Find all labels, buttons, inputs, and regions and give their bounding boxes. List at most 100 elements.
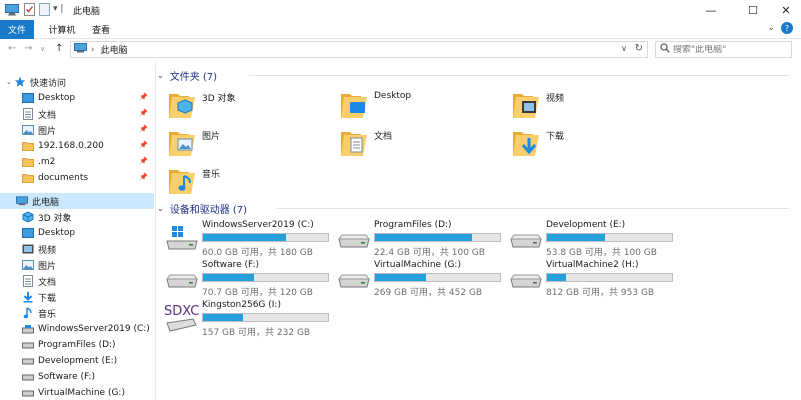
drive-icon bbox=[22, 371, 34, 383]
music-icon bbox=[22, 307, 34, 319]
breadcrumb-chevron-icon[interactable]: › bbox=[91, 45, 95, 55]
usage-bar bbox=[202, 313, 329, 322]
drive-h[interactable]: VirtualMachine2 (H:) 812 GB 可用，共 953 GB bbox=[501, 259, 673, 298]
nav-item-documents[interactable]: 文档 📌 bbox=[0, 106, 154, 122]
group-header-drives[interactable]: ⌄ 设备和驱动器 (7) bbox=[157, 200, 793, 216]
folder-videos[interactable]: 视频 bbox=[501, 86, 671, 122]
group-divider bbox=[277, 208, 789, 209]
folder-icon bbox=[22, 156, 34, 168]
nav-item-3d-objects[interactable]: 3D 对象 bbox=[0, 209, 154, 225]
usage-bar-fill bbox=[203, 274, 255, 281]
recent-locations-icon[interactable]: ∨ bbox=[40, 45, 45, 53]
picture-icon bbox=[22, 124, 34, 136]
this-pc-icon bbox=[16, 195, 28, 207]
download-icon bbox=[22, 291, 34, 303]
group-divider bbox=[249, 75, 789, 76]
nav-item-m2[interactable]: .m2 📌 bbox=[0, 154, 154, 170]
nav-this-pc[interactable]: 此电脑 bbox=[0, 193, 154, 209]
nav-item-drive-g[interactable]: VirtualMachine (G:) bbox=[0, 385, 154, 400]
nav-item-pictures[interactable]: 图片 📌 bbox=[0, 122, 154, 138]
nav-item-desktop-pc[interactable]: Desktop bbox=[0, 225, 154, 241]
nav-item-music[interactable]: 音乐 bbox=[0, 305, 154, 321]
breadcrumb-this-pc[interactable]: 此电脑 bbox=[101, 43, 128, 56]
picture-folder-icon bbox=[167, 126, 197, 158]
nav-item-drive-c[interactable]: WindowsServer2019 (C:) bbox=[0, 321, 154, 337]
picture-icon bbox=[22, 259, 34, 271]
usage-bar bbox=[374, 273, 501, 282]
nav-item-192-168-0-200[interactable]: 192.168.0.200 📌 bbox=[0, 138, 154, 154]
properties-icon[interactable] bbox=[24, 3, 35, 16]
address-dropdown-icon[interactable]: ∨ bbox=[621, 44, 627, 53]
this-pc-icon bbox=[74, 43, 87, 56]
pin-icon: 📌 bbox=[139, 109, 148, 117]
nav-item-pictures-pc[interactable]: 图片 bbox=[0, 257, 154, 273]
drive-icon bbox=[337, 225, 371, 251]
cube-icon bbox=[22, 211, 34, 223]
folder-pictures[interactable]: 图片 bbox=[157, 124, 327, 160]
nav-item-videos[interactable]: 视频 bbox=[0, 241, 154, 257]
drive-icon bbox=[22, 339, 34, 351]
nav-item-drive-e[interactable]: Development (E:) bbox=[0, 353, 154, 369]
drive-icon bbox=[22, 387, 34, 399]
usage-bar bbox=[202, 233, 329, 242]
close-button[interactable]: ✕ bbox=[768, 0, 801, 20]
tab-view[interactable]: 查看 bbox=[84, 20, 118, 39]
title-bar: ▾ | 此电脑 — ☐ ✕ bbox=[0, 0, 801, 20]
nav-item-desktop[interactable]: Desktop 📌 bbox=[0, 90, 154, 106]
pin-icon: 📌 bbox=[139, 93, 148, 101]
folder-desktop[interactable]: Desktop bbox=[329, 86, 499, 122]
folder-downloads[interactable]: 下载 bbox=[501, 124, 671, 160]
nav-item-drive-f[interactable]: Software (F:) bbox=[0, 369, 154, 385]
up-arrow-icon[interactable]: ↑ bbox=[55, 43, 63, 54]
usage-bar bbox=[202, 273, 329, 282]
address-bar[interactable]: › 此电脑 ∨ ↻ bbox=[70, 41, 648, 58]
video-folder-icon bbox=[511, 88, 541, 120]
collapse-chevron-icon[interactable]: ⌄ bbox=[6, 78, 12, 86]
this-pc-app-icon[interactable] bbox=[5, 3, 19, 16]
folder-3d-objects[interactable]: 3D 对象 bbox=[157, 86, 327, 122]
expand-ribbon-icon[interactable]: ⌄ bbox=[767, 23, 775, 33]
minimize-button[interactable]: — bbox=[693, 0, 729, 20]
drive-e[interactable]: Development (E:) 53.8 GB 可用，共 100 GB bbox=[501, 219, 673, 258]
help-icon[interactable]: ? bbox=[781, 22, 793, 34]
drive-c[interactable]: WindowsServer2019 (C:) 60.0 GB 可用，共 180 … bbox=[157, 219, 329, 258]
folder-documents[interactable]: 文档 bbox=[329, 124, 499, 160]
maximize-button[interactable]: ☐ bbox=[735, 0, 771, 20]
drive-d[interactable]: ProgramFiles (D:) 22.4 GB 可用，共 100 GB bbox=[329, 219, 501, 258]
tab-computer[interactable]: 计算机 bbox=[42, 20, 82, 39]
pin-icon: 📌 bbox=[139, 157, 148, 165]
nav-item-downloads[interactable]: 下载 bbox=[0, 289, 154, 305]
folder-icon bbox=[22, 172, 34, 184]
nav-quick-access[interactable]: ⌄ 快速访问 bbox=[0, 74, 154, 90]
search-input[interactable] bbox=[673, 44, 793, 55]
drive-icon bbox=[165, 265, 199, 291]
forward-arrow-icon[interactable]: → bbox=[24, 43, 32, 54]
search-box[interactable] bbox=[655, 41, 793, 58]
pin-icon: 📌 bbox=[139, 141, 148, 149]
usage-bar-fill bbox=[375, 274, 426, 281]
collapse-chevron-icon[interactable]: ⌄ bbox=[157, 204, 164, 213]
collapse-chevron-icon[interactable]: ⌄ bbox=[157, 71, 164, 80]
drive-icon bbox=[337, 265, 371, 291]
folder-music[interactable]: 音乐 bbox=[157, 162, 327, 198]
music-folder-icon bbox=[167, 164, 197, 196]
desktop-icon bbox=[22, 92, 34, 104]
usage-bar-fill bbox=[203, 314, 244, 321]
quick-access-toolbar-dropdown-icon[interactable]: ▾ | bbox=[53, 4, 63, 14]
drive-g[interactable]: VirtualMachine (G:) 269 GB 可用，共 452 GB bbox=[329, 259, 501, 298]
cube-folder-icon bbox=[167, 88, 197, 120]
drive-i[interactable]: SDXC Kingston256G (I:) 157 GB 可用，共 232 G… bbox=[157, 299, 329, 338]
usage-bar-fill bbox=[547, 234, 605, 241]
back-arrow-icon[interactable]: ← bbox=[8, 43, 16, 54]
ribbon-tabs: 文件 计算机 查看 ⌄ ? bbox=[0, 20, 801, 39]
new-folder-icon[interactable] bbox=[39, 3, 50, 16]
nav-item-documents-pc[interactable]: 文档 bbox=[0, 273, 154, 289]
group-header-folders[interactable]: ⌄ 文件夹 (7) bbox=[157, 67, 793, 83]
nav-item-drive-d[interactable]: ProgramFiles (D:) bbox=[0, 337, 154, 353]
drive-icon bbox=[509, 265, 543, 291]
nav-item-documents-folder[interactable]: documents 📌 bbox=[0, 170, 154, 186]
drive-f[interactable]: Software (F:) 70.7 GB 可用，共 120 GB bbox=[157, 259, 329, 298]
sdxc-card-icon: SDXC bbox=[164, 304, 199, 332]
tab-file[interactable]: 文件 bbox=[0, 20, 34, 39]
refresh-icon[interactable]: ↻ bbox=[635, 43, 643, 54]
